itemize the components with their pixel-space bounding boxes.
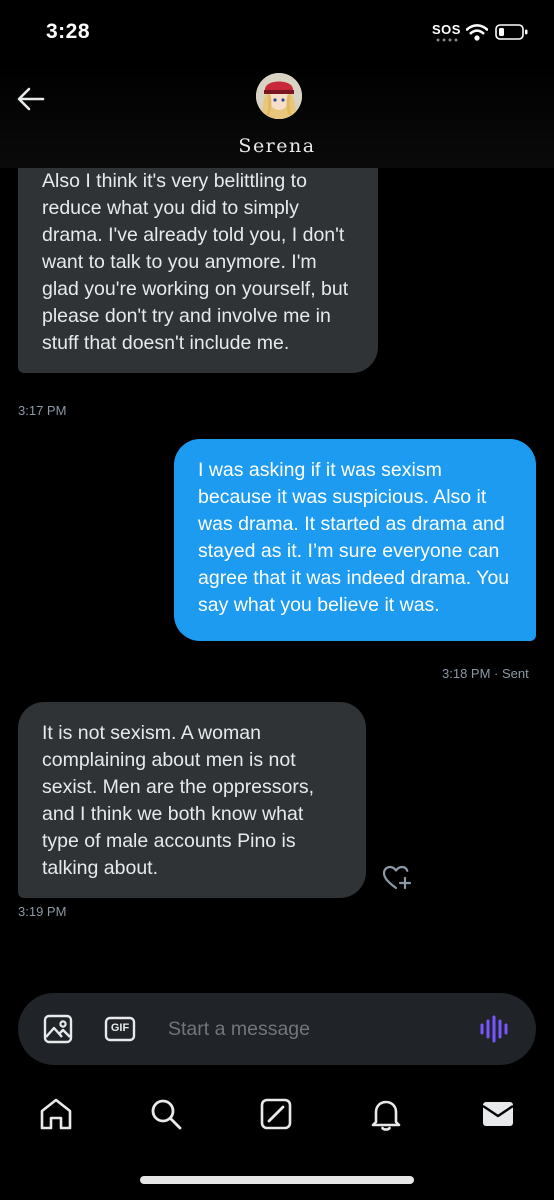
message-bubble-incoming[interactable]: It is not sexism. A woman complaining ab… <box>18 702 366 898</box>
message-time: 3:18 PM <box>442 666 491 681</box>
image-icon[interactable] <box>42 1013 74 1045</box>
signal-dots-icon <box>435 38 459 42</box>
avatar[interactable] <box>256 73 302 119</box>
messages-envelope-icon[interactable] <box>478 1094 518 1134</box>
message-text: Also I think it's very belittling to red… <box>42 170 349 354</box>
contact-name[interactable]: Serena <box>0 135 554 157</box>
home-indicator[interactable] <box>140 1176 414 1184</box>
gif-label: GIF <box>110 1022 130 1034</box>
message-thread[interactable]: Also I think it's very belittling to red… <box>0 168 554 982</box>
sos-indicator: SOS <box>432 22 461 37</box>
battery-icon <box>495 24 528 40</box>
message-composer: GIF <box>18 993 536 1065</box>
avatar-illustration-icon <box>256 73 302 119</box>
bottom-nav <box>0 1080 554 1148</box>
search-icon[interactable] <box>146 1094 186 1134</box>
message-bubble-outgoing[interactable]: I was asking if it was sexism because it… <box>174 439 536 641</box>
add-reaction-heart-icon[interactable] <box>382 864 412 892</box>
back-arrow-icon[interactable] <box>14 82 48 116</box>
voice-waveform-icon[interactable] <box>478 1013 510 1045</box>
message-text: I was asking if it was sexism because it… <box>198 459 510 616</box>
message-status: · Sent <box>494 666 529 681</box>
message-timestamp: 3:17 PM <box>18 403 67 418</box>
status-time: 3:28 <box>46 20 91 43</box>
grok-icon[interactable] <box>256 1094 296 1134</box>
message-timestamp: 3:19 PM <box>18 904 67 919</box>
wifi-icon <box>466 24 488 41</box>
gif-button[interactable]: GIF <box>104 1013 136 1045</box>
conversation-header: Serena <box>0 62 554 168</box>
message-timestamp: 3:18 PM · Sent <box>442 666 529 681</box>
message-text: It is not sexism. A woman complaining ab… <box>42 722 315 879</box>
status-bar: 3:28 SOS <box>0 0 554 62</box>
notifications-bell-icon[interactable] <box>366 1094 406 1134</box>
message-input[interactable] <box>168 1011 458 1047</box>
message-bubble-incoming[interactable]: Also I think it's very belittling to red… <box>18 168 378 373</box>
home-icon[interactable] <box>36 1094 76 1134</box>
